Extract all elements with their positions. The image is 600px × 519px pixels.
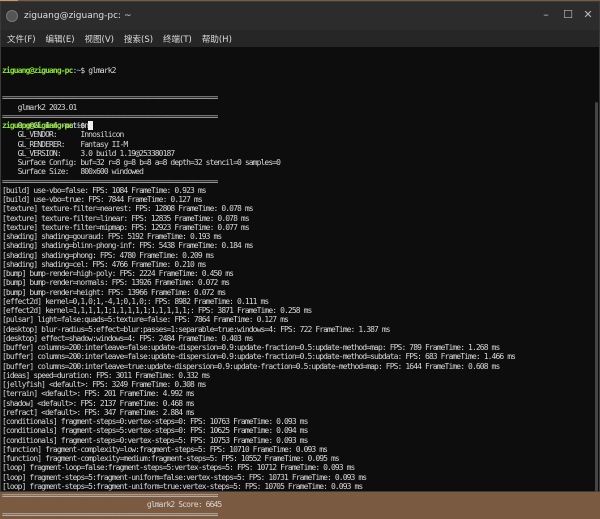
output-line: [texture] texture-filter=linear: FPS: 12… xyxy=(2,213,250,223)
output-line: [jellyfish] <default>: FPS: 3249 FrameTi… xyxy=(2,380,207,389)
output-line: [effect2d] kernel=1,1,1,1,1;1,1,1,1,1;1,… xyxy=(2,306,312,315)
output-line: [shading] shading=cel: FPS: 4766 FrameTi… xyxy=(2,259,207,269)
output-line: GL_VERSION: 3.0 build 1.19@253380187 xyxy=(2,148,176,158)
output-line: [effect2d] kernel=0,1,0;1,-4,1;0,1,0;: F… xyxy=(2,296,269,306)
output-line: [conditionals] fragment-steps=0:vertex-s… xyxy=(2,417,308,426)
output-line: ========================================… xyxy=(2,111,218,121)
terminal-window: ziguang@ziguang-pc: ~ – ☐ ✕ 文件(F) 编辑(E) … xyxy=(0,1,600,519)
current-prompt-line[interactable]: ziguang@ziguang-pc:~$ xyxy=(2,121,591,130)
output-line: [function] fragment-complexity=medium:fr… xyxy=(2,454,340,463)
output-line: GL_VENDOR: Innosilicon xyxy=(2,130,125,140)
terminal-app-icon xyxy=(6,10,18,22)
title-bar[interactable]: ziguang@ziguang-pc: ~ – ☐ ✕ xyxy=(1,2,599,30)
output-line: ========================================… xyxy=(2,93,218,103)
prompt-symbol: $ xyxy=(80,121,89,130)
menu-view[interactable]: 视图(V) xyxy=(85,33,114,45)
output-line: [build] use-vbo=true: FPS: 7844 FrameTim… xyxy=(2,195,203,204)
output-line: [loop] fragment-loop=false:fragment-step… xyxy=(2,463,355,473)
window-title: ziguang@ziguang-pc: ~ xyxy=(24,11,132,21)
output-line: [conditionals] fragment-steps=0:vertex-s… xyxy=(2,435,308,445)
output-line: [shading] shading=blinn-phong-inf: FPS: … xyxy=(2,241,254,251)
command-text: glmark2 xyxy=(88,65,116,75)
menu-search[interactable]: 搜索(S) xyxy=(124,33,153,45)
output-line: [conditionals] fragment-steps=5:vertex-s… xyxy=(2,426,308,436)
maximize-button[interactable]: ☐ xyxy=(561,8,575,21)
text-cursor xyxy=(88,121,94,130)
terminal-output[interactable]: ziguang@ziguang-pc:~$ glmark2 ==========… xyxy=(2,47,591,519)
prompt-user: ziguang@ziguang-pc xyxy=(2,121,73,130)
output-line: [pulsar] light=false:quads=5:texture=fal… xyxy=(2,315,289,325)
output-line: [bump] bump-render=high-poly: FPS: 2224 … xyxy=(2,269,234,278)
prompt-user: ziguang@ziguang-pc xyxy=(2,65,73,75)
menu-edit[interactable]: 编辑(E) xyxy=(46,33,75,45)
output-line: [shadow] <default>: FPS: 2137 FrameTime:… xyxy=(2,398,195,408)
output-line: [desktop] effect=shadow:windows=4: FPS: … xyxy=(2,333,254,343)
scrollbar[interactable] xyxy=(595,102,598,492)
output-line: [build] use-vbo=false: FPS: 1084 FrameTi… xyxy=(2,185,207,195)
output-line: [bump] bump-render=height: FPS: 13966 Fr… xyxy=(2,287,226,297)
minimize-button[interactable]: – xyxy=(539,8,553,21)
output-line: [desktop] blur-radius=5:effect=blur:pass… xyxy=(2,324,391,334)
output-line: [terrain] <default>: FPS: 201 FrameTime:… xyxy=(2,389,195,399)
menu-help[interactable]: 帮助(H) xyxy=(202,33,232,45)
output-line: [loop] fragment-steps=5:fragment-uniform… xyxy=(2,472,367,482)
menu-bar: 文件(F) 编辑(E) 视图(V) 搜索(S) 终端(T) 帮助(H) xyxy=(1,30,599,47)
output-line: [shading] shading=gouraud: FPS: 5192 Fra… xyxy=(2,232,222,241)
prompt-symbol: $ xyxy=(80,65,89,75)
output-line: Surface Config: buf=32 r=8 g=8 b=8 a=8 d… xyxy=(2,158,281,167)
output-line: [loop] fragment-steps=5:fragment-uniform… xyxy=(2,481,363,491)
output-line: [buffer] columns=200:interleave=false:up… xyxy=(2,343,500,352)
output-line: glmark2 Score: 6645 xyxy=(2,500,222,510)
output-line: [buffer] columns=200:interleave=false:up… xyxy=(2,352,516,362)
output-line: ========================================… xyxy=(2,176,218,186)
output-line: [ideas] speed=duration: FPS: 3011 FrameT… xyxy=(2,370,210,380)
output-line: [texture] texture-filter=nearest: FPS: 1… xyxy=(2,204,254,214)
output-line: glmark2 2023.01 xyxy=(2,102,78,112)
command-line: ziguang@ziguang-pc:~$ glmark2 xyxy=(2,66,591,75)
output-line: [function] fragment-complexity=low:fragm… xyxy=(2,444,328,454)
output-line: [bump] bump-render=normals: FPS: 13926 F… xyxy=(2,278,230,288)
output-line: [shading] shading=phong: FPS: 4780 Frame… xyxy=(2,250,214,260)
output-line: Surface Size: 800x600 windowed xyxy=(2,167,144,177)
output-line: [buffer] columns=200:interleave=true:upd… xyxy=(2,361,500,371)
output-line: [refract] <default>: FPS: 347 FrameTime:… xyxy=(2,407,195,417)
menu-terminal[interactable]: 终端(T) xyxy=(163,33,192,45)
output-line: GL_RENDERER: Fantasy II-M xyxy=(2,139,129,149)
output-line: [texture] texture-filter=mipmap: FPS: 12… xyxy=(2,222,250,232)
menu-file[interactable]: 文件(F) xyxy=(7,33,36,45)
output-line: ========================================… xyxy=(2,509,218,519)
close-button[interactable]: ✕ xyxy=(581,8,595,21)
